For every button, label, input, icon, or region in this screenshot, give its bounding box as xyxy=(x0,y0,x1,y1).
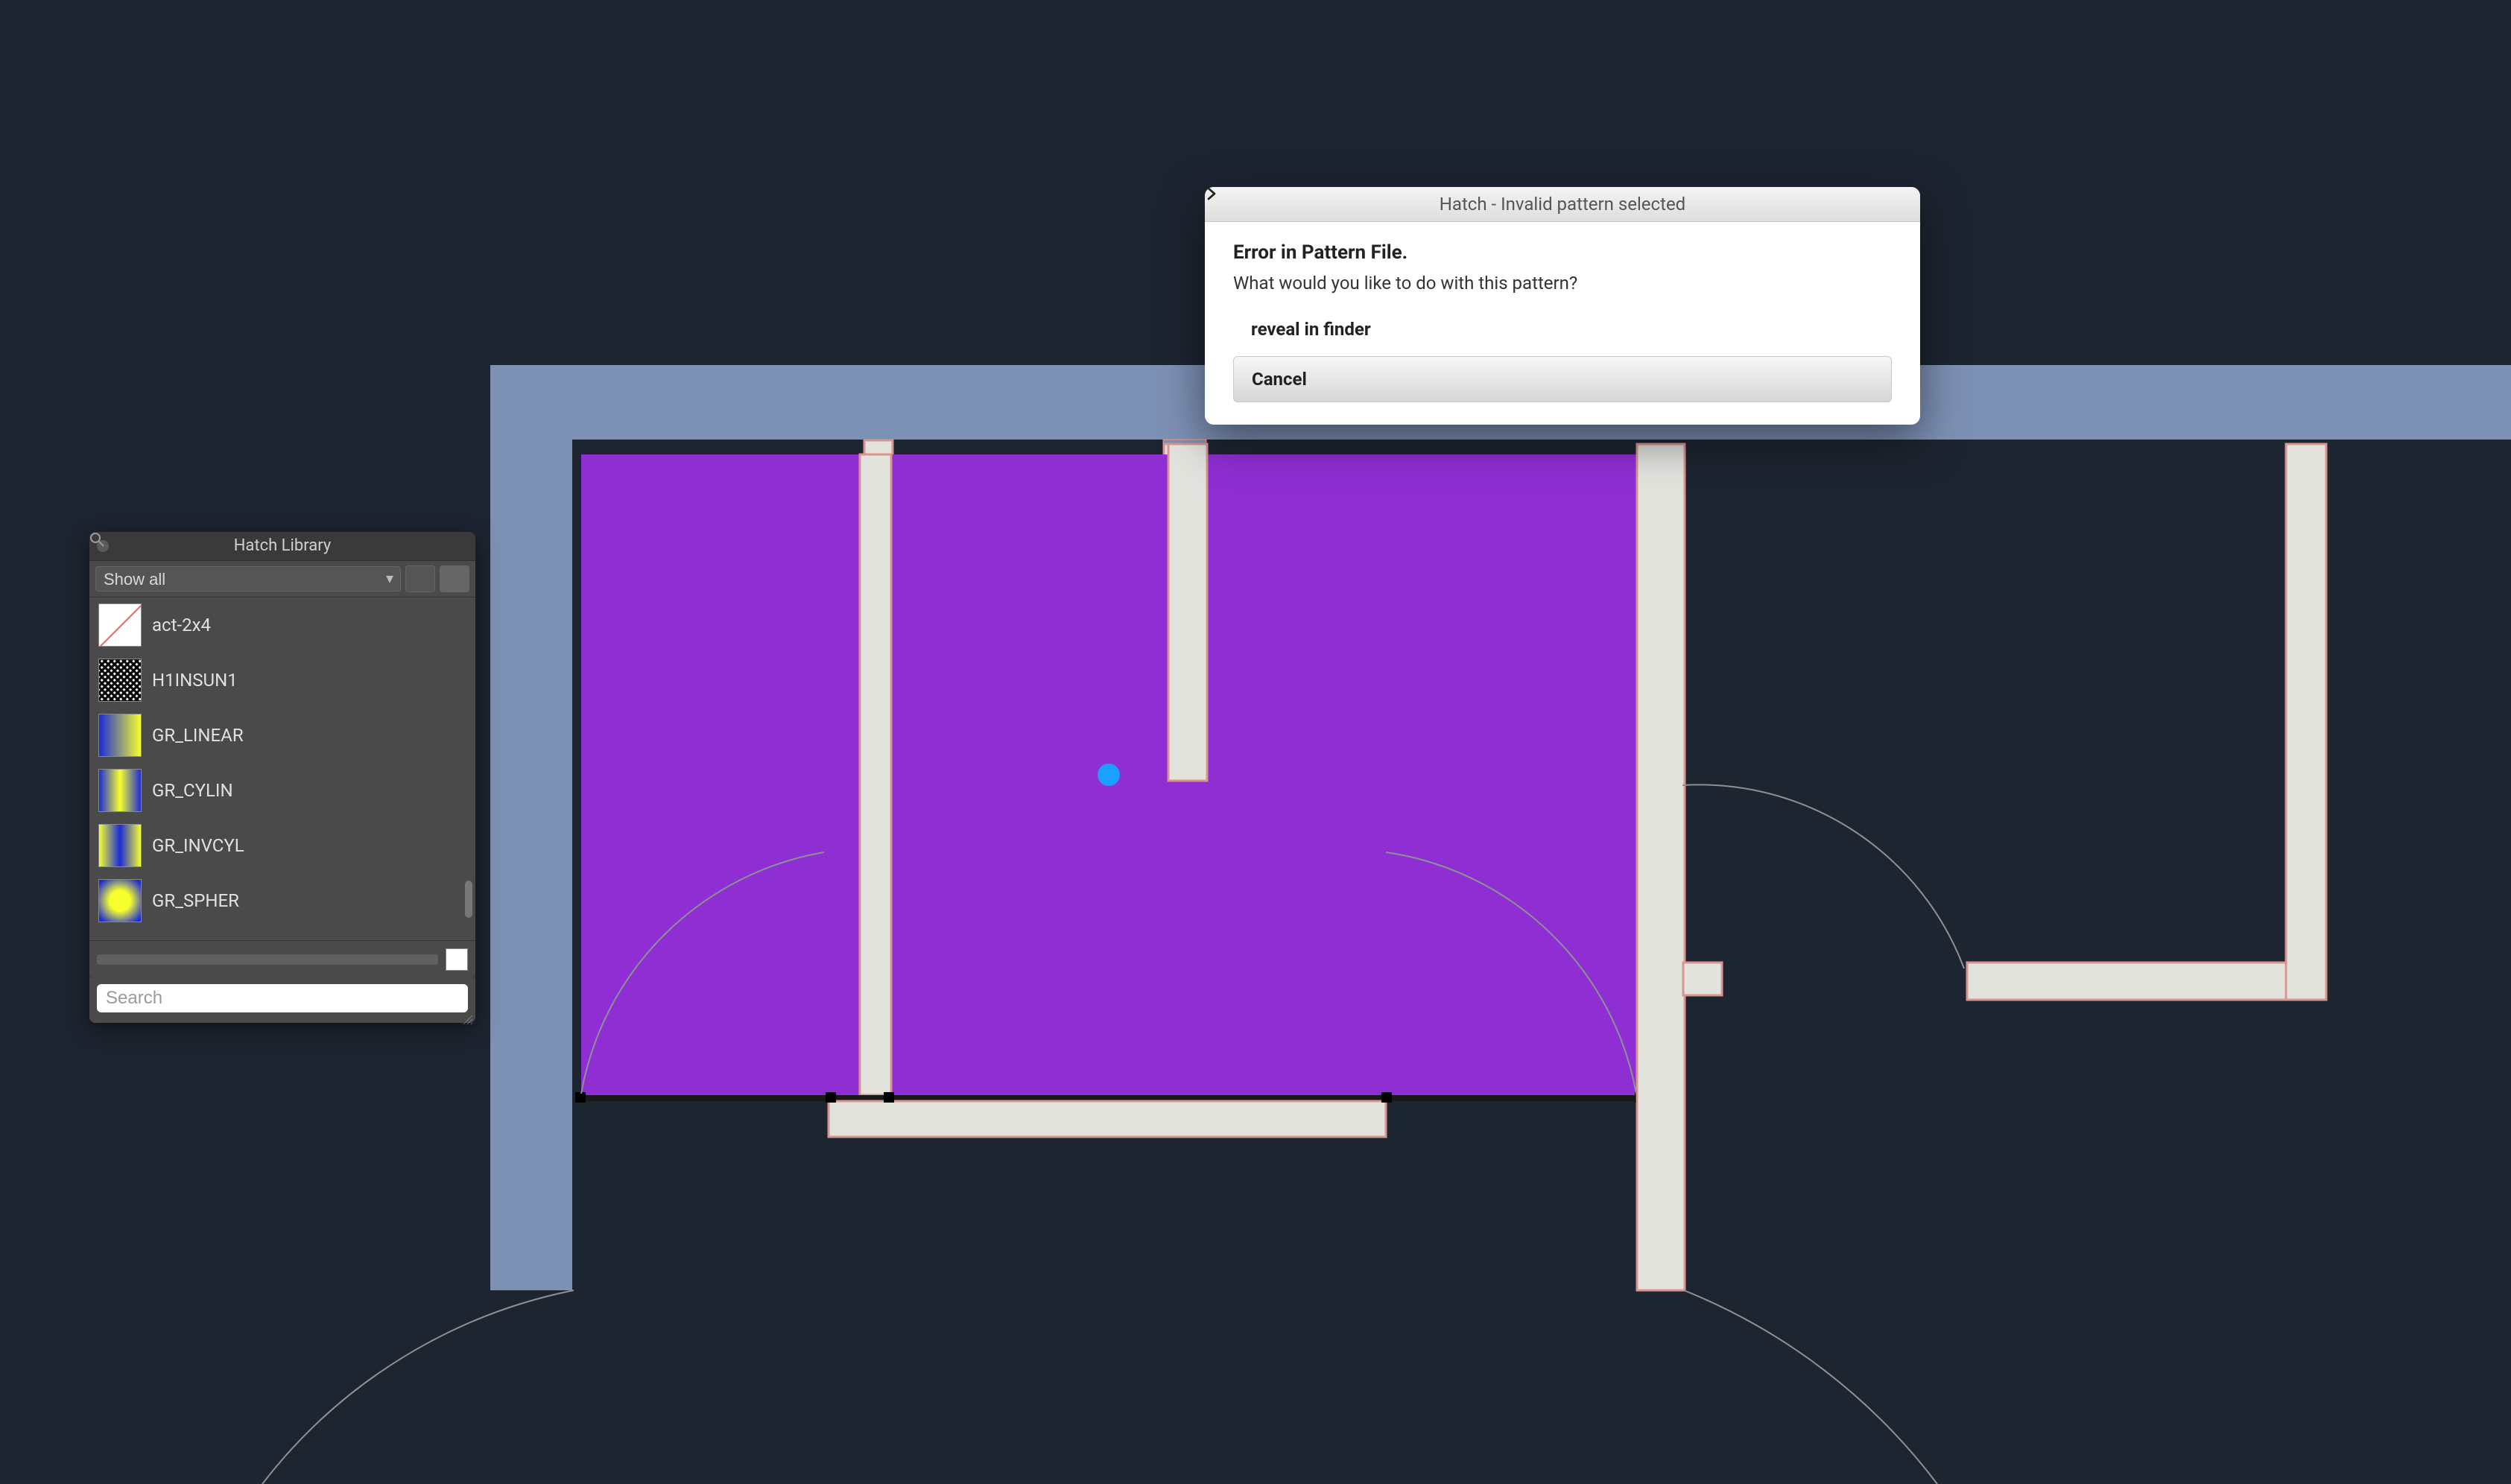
grid-view-button[interactable] xyxy=(440,565,469,592)
pattern-list[interactable]: act-2x4 H1INSUN1 GR_LINEAR GR_CYLIN GR_I… xyxy=(89,597,475,940)
pattern-name: GR_CYLIN xyxy=(152,780,233,801)
search-icon xyxy=(89,532,104,547)
reveal-in-finder-button[interactable]: reveal in finder xyxy=(1233,307,1892,352)
list-item[interactable]: GR_CYLIN xyxy=(89,763,475,818)
option-label: Cancel xyxy=(1252,369,1307,390)
pattern-swatch-icon xyxy=(98,769,142,812)
error-dialog: Hatch - Invalid pattern selected Error i… xyxy=(1205,187,1920,425)
list-item[interactable]: H1INSUN1 xyxy=(89,653,475,708)
pattern-swatch-icon xyxy=(98,879,142,922)
list-item[interactable]: GR_LINEAR xyxy=(89,708,475,763)
pattern-swatch-icon xyxy=(98,603,142,647)
dialog-title: Hatch - Invalid pattern selected xyxy=(1205,187,1920,222)
dialog-heading: Error in Pattern File. xyxy=(1233,241,1892,264)
list-item[interactable]: act-2x4 xyxy=(89,597,475,653)
pattern-name: H1INSUN1 xyxy=(152,670,238,691)
scrollbar-thumb[interactable] xyxy=(465,881,472,918)
pattern-swatch-icon xyxy=(98,824,142,867)
option-label: reveal in finder xyxy=(1251,319,1371,340)
chevron-right-icon xyxy=(1205,187,1218,200)
pattern-swatch-icon xyxy=(98,659,142,702)
pattern-name: GR_INVCYL xyxy=(152,835,244,856)
pattern-name: act-2x4 xyxy=(152,615,211,635)
hatch-library-panel[interactable]: Hatch Library Show all act-2x4 H1INSUN1 … xyxy=(89,532,475,1023)
cancel-button[interactable]: Cancel xyxy=(1233,356,1892,402)
pattern-name: GR_SPHER xyxy=(152,890,239,911)
list-item[interactable]: GR_INVCYL xyxy=(89,818,475,873)
pattern-name: GR_LINEAR xyxy=(152,725,244,746)
dialog-message: What would you like to do with this patt… xyxy=(1233,273,1892,294)
resize-grip-icon[interactable] xyxy=(460,1008,472,1020)
pattern-swatch-icon xyxy=(98,714,142,757)
list-item[interactable]: GR_SPHER xyxy=(89,873,475,928)
panel-toolbar: Show all xyxy=(89,561,475,597)
